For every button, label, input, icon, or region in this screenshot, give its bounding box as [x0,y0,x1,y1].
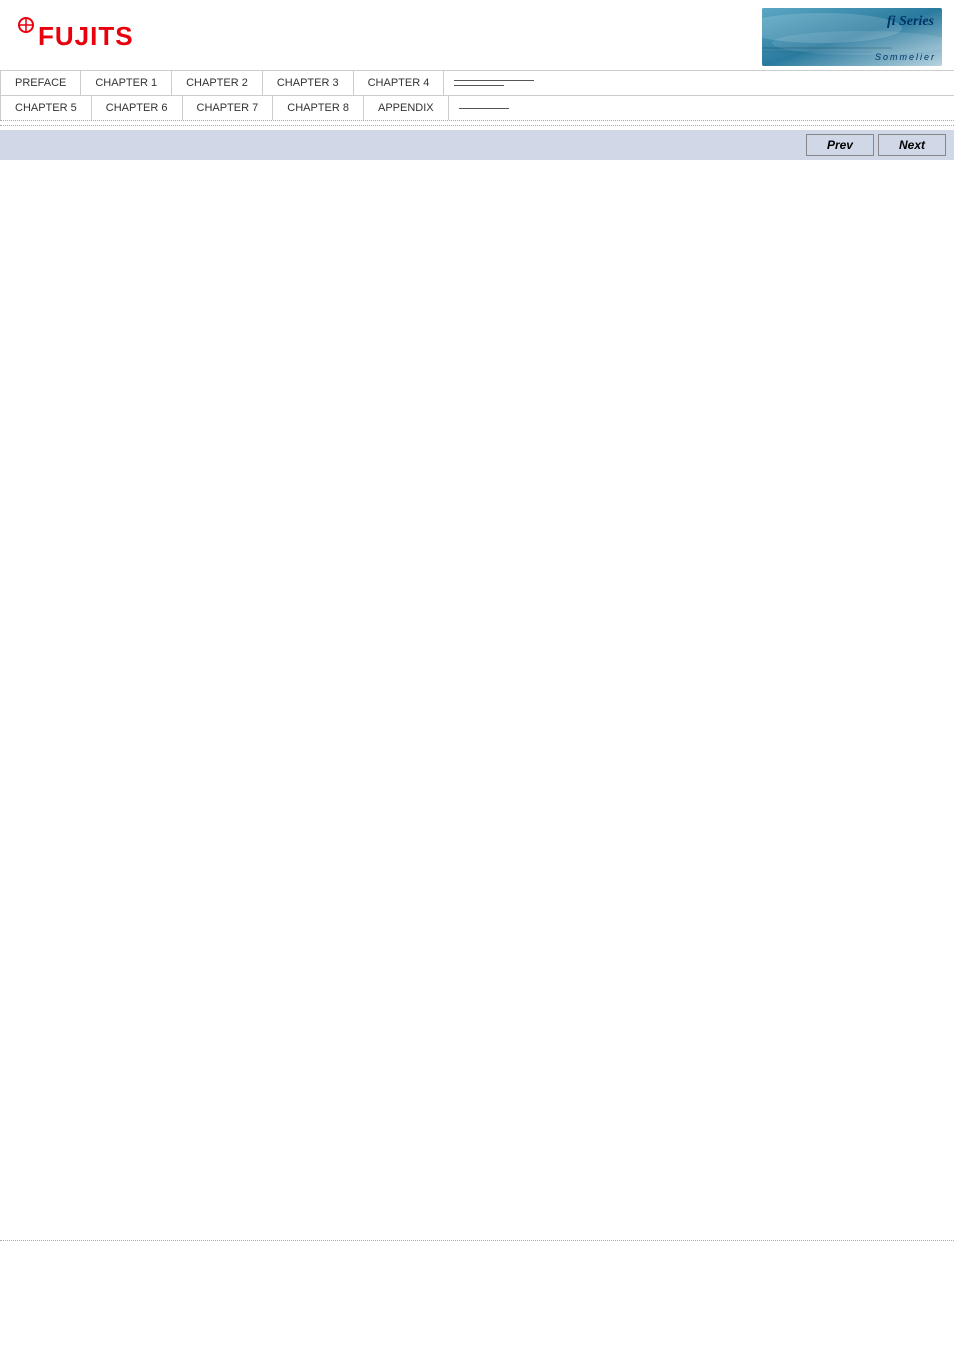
nav-row-2: CHAPTER 5 CHAPTER 6 CHAPTER 7 CHAPTER 8 … [0,95,954,120]
ext-line-3 [459,108,509,109]
fujitsu-logo: FUJITSU [12,15,132,59]
separator-top [0,125,954,126]
fi-series-sublabel: Sommelier [875,52,936,62]
nav-chapter2[interactable]: CHAPTER 2 [172,71,263,95]
nav-appendix[interactable]: APPENDIX [364,96,449,120]
ext-line-1 [454,80,534,81]
nav-ext-lines-row2 [449,96,519,120]
nav-chapter6[interactable]: CHAPTER 6 [92,96,183,120]
fi-series-logo: fi Series Sommelier [762,8,942,66]
nav-chapter5[interactable]: CHAPTER 5 [0,96,92,120]
navigation-bar: PREFACE CHAPTER 1 CHAPTER 2 CHAPTER 3 CH… [0,70,954,121]
nav-chapter1[interactable]: CHAPTER 1 [81,71,172,95]
prev-button[interactable]: Prev [806,134,874,156]
nav-chapter4[interactable]: CHAPTER 4 [354,71,445,95]
separator-bottom [0,1240,954,1241]
nav-ext-lines-row1 [444,71,544,95]
prev-next-bar: Prev Next [0,130,954,160]
logo-area: FUJITSU [12,15,132,59]
nav-chapter7[interactable]: CHAPTER 7 [183,96,274,120]
page-header: FUJITSU fi [0,0,954,70]
next-button[interactable]: Next [878,134,946,156]
svg-text:FUJITSU: FUJITSU [38,21,132,51]
nav-preface[interactable]: PREFACE [0,71,81,95]
nav-chapter3[interactable]: CHAPTER 3 [263,71,354,95]
nav-chapter8[interactable]: CHAPTER 8 [273,96,364,120]
ext-line-2 [454,85,504,86]
nav-row-1: PREFACE CHAPTER 1 CHAPTER 2 CHAPTER 3 CH… [0,71,954,95]
fi-series-label: fi Series [887,14,934,30]
main-content [0,160,954,560]
